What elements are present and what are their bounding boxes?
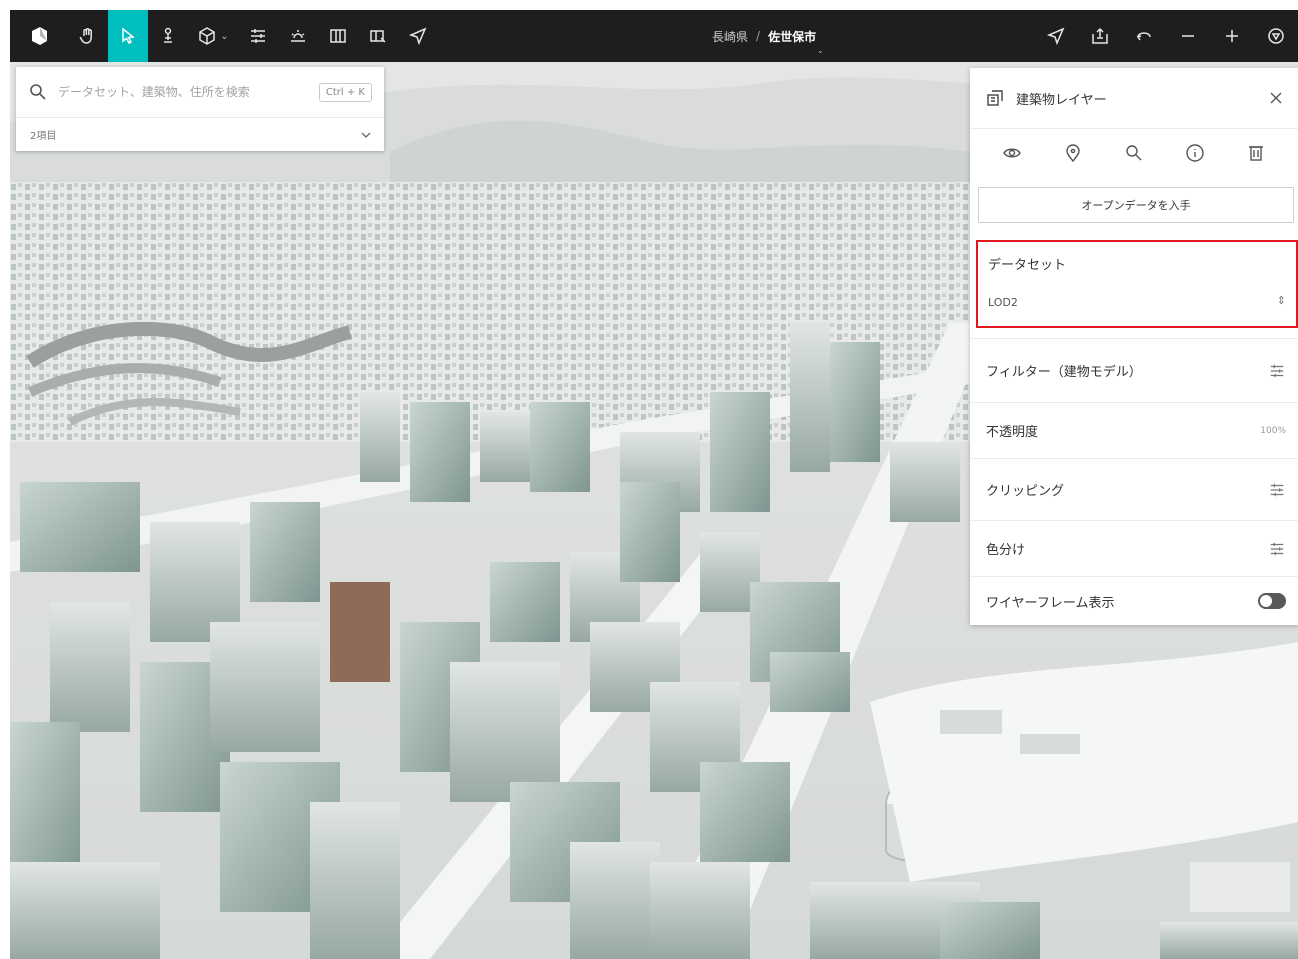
- breadcrumb-city[interactable]: 佐世保市: [768, 28, 816, 45]
- tool-3d-object[interactable]: ⌄: [188, 10, 238, 62]
- tool-select[interactable]: [108, 10, 148, 62]
- wireframe-row: ワイヤーフレーム表示: [970, 576, 1298, 625]
- dataset-select[interactable]: LOD2: [988, 296, 1018, 309]
- tool-send[interactable]: [398, 10, 438, 62]
- layer-panel-header: 建築物レイヤー: [970, 68, 1298, 129]
- locate-layer-button[interactable]: [1063, 143, 1083, 163]
- columns-icon: [330, 29, 346, 43]
- breadcrumb-chevron-icon[interactable]: ⌄: [817, 46, 824, 55]
- zoom-out-icon: [1182, 35, 1194, 37]
- wireframe-toggle[interactable]: [1258, 593, 1286, 609]
- toolbar-right: [1034, 10, 1298, 62]
- search-panel: Ctrl + K 2項目: [16, 67, 384, 151]
- search-layer-button[interactable]: [1124, 143, 1144, 163]
- search-row: Ctrl + K: [16, 67, 384, 118]
- wireframe-label: ワイヤーフレーム表示: [986, 595, 1115, 611]
- tool-sun[interactable]: [278, 10, 318, 62]
- sliders-icon: [251, 29, 265, 43]
- tool-columns[interactable]: [318, 10, 358, 62]
- compass-icon: [1268, 28, 1284, 44]
- compass-button[interactable]: [1254, 10, 1298, 62]
- split-view-icon: [370, 30, 386, 43]
- color-coding-label: 色分け: [986, 543, 1026, 558]
- search-input[interactable]: [56, 84, 319, 100]
- tool-sliders[interactable]: [238, 10, 278, 62]
- search-shortcut-badge: Ctrl + K: [318, 82, 372, 102]
- breadcrumb-prefecture[interactable]: 長崎県: [712, 28, 748, 45]
- opacity-value: 100%: [1260, 425, 1286, 436]
- zoom-in-button[interactable]: [1210, 10, 1254, 62]
- layer-actions: [970, 129, 1298, 177]
- rotate-icon: [1136, 32, 1151, 41]
- layer-panel-title: 建築物レイヤー: [1016, 92, 1107, 108]
- breadcrumb: 長崎県 / 佐世保市: [712, 10, 816, 62]
- zoom-in-icon: [1226, 30, 1238, 42]
- sliders-icon[interactable]: [1268, 481, 1286, 499]
- building-layer-panel: 建築物レイヤー オープンデータを入手 データセット LOD2 ⇕ フィルター（建…: [970, 68, 1298, 625]
- navigate-icon: [1046, 27, 1065, 46]
- open-data-button[interactable]: オープンデータを入手: [978, 187, 1294, 223]
- info-icon: [1186, 144, 1204, 162]
- send-icon: [408, 27, 427, 46]
- filter-row[interactable]: フィルター（建物モデル）: [970, 338, 1298, 402]
- dataset-count-label: 2項目: [30, 131, 57, 142]
- hand-icon: [79, 28, 92, 44]
- layer-info-button[interactable]: [1185, 143, 1205, 163]
- pin-person-icon: [164, 27, 172, 43]
- clipping-row[interactable]: クリッピング: [970, 458, 1298, 520]
- sliders-icon[interactable]: [1268, 540, 1286, 558]
- search-icon: [30, 84, 46, 100]
- toggle-visibility-button[interactable]: [1002, 143, 1022, 163]
- app-logo[interactable]: [10, 10, 68, 62]
- sliders-icon[interactable]: [1268, 362, 1286, 380]
- dataset-count-row[interactable]: 2項目: [16, 118, 384, 151]
- search-icon: [1126, 145, 1142, 161]
- clipping-label: クリッピング: [986, 484, 1065, 499]
- dataset-select-highlight: データセット LOD2 ⇕: [976, 240, 1298, 328]
- share-icon: [1092, 27, 1108, 44]
- zoom-out-button[interactable]: [1166, 10, 1210, 62]
- filter-label: フィルター（建物モデル）: [986, 365, 1142, 380]
- rotate-button[interactable]: [1122, 10, 1166, 62]
- toggle-knob: [1260, 595, 1272, 607]
- location-pin-icon: [1066, 144, 1080, 163]
- dataset-label: データセット: [988, 258, 1067, 273]
- eye-icon: [1003, 148, 1022, 158]
- tool-split[interactable]: [358, 10, 398, 62]
- building-layer-icon: [987, 90, 1003, 106]
- opacity-label: 不透明度: [986, 425, 1039, 440]
- share-button[interactable]: [1078, 10, 1122, 62]
- sun-horizon-icon: [291, 30, 305, 42]
- breadcrumb-separator: /: [756, 29, 761, 43]
- trash-icon: [1248, 146, 1263, 161]
- delete-layer-button[interactable]: [1246, 143, 1266, 163]
- select-updown-icon[interactable]: ⇕: [1277, 294, 1286, 307]
- top-toolbar: ⌄ 長崎県 / 佐世保市 ⌄: [10, 10, 1298, 62]
- close-icon[interactable]: [1268, 90, 1284, 106]
- cursor-icon: [122, 27, 135, 44]
- chevron-down-icon: [361, 132, 371, 138]
- tool-pedestrian[interactable]: [148, 10, 188, 62]
- cube-icon: [199, 27, 216, 45]
- app-frame: ⌄ 長崎県 / 佐世保市 ⌄ データセット、建築物、住所を検索 Ctrl + K…: [0, 0, 1298, 959]
- navigate-button[interactable]: [1034, 10, 1078, 62]
- logo-icon: [32, 27, 47, 45]
- opacity-row[interactable]: 不透明度 100%: [970, 402, 1298, 458]
- tool-hand[interactable]: [68, 10, 108, 62]
- color-coding-row[interactable]: 色分け: [970, 520, 1298, 576]
- chevron-down-icon: ⌄: [220, 30, 229, 42]
